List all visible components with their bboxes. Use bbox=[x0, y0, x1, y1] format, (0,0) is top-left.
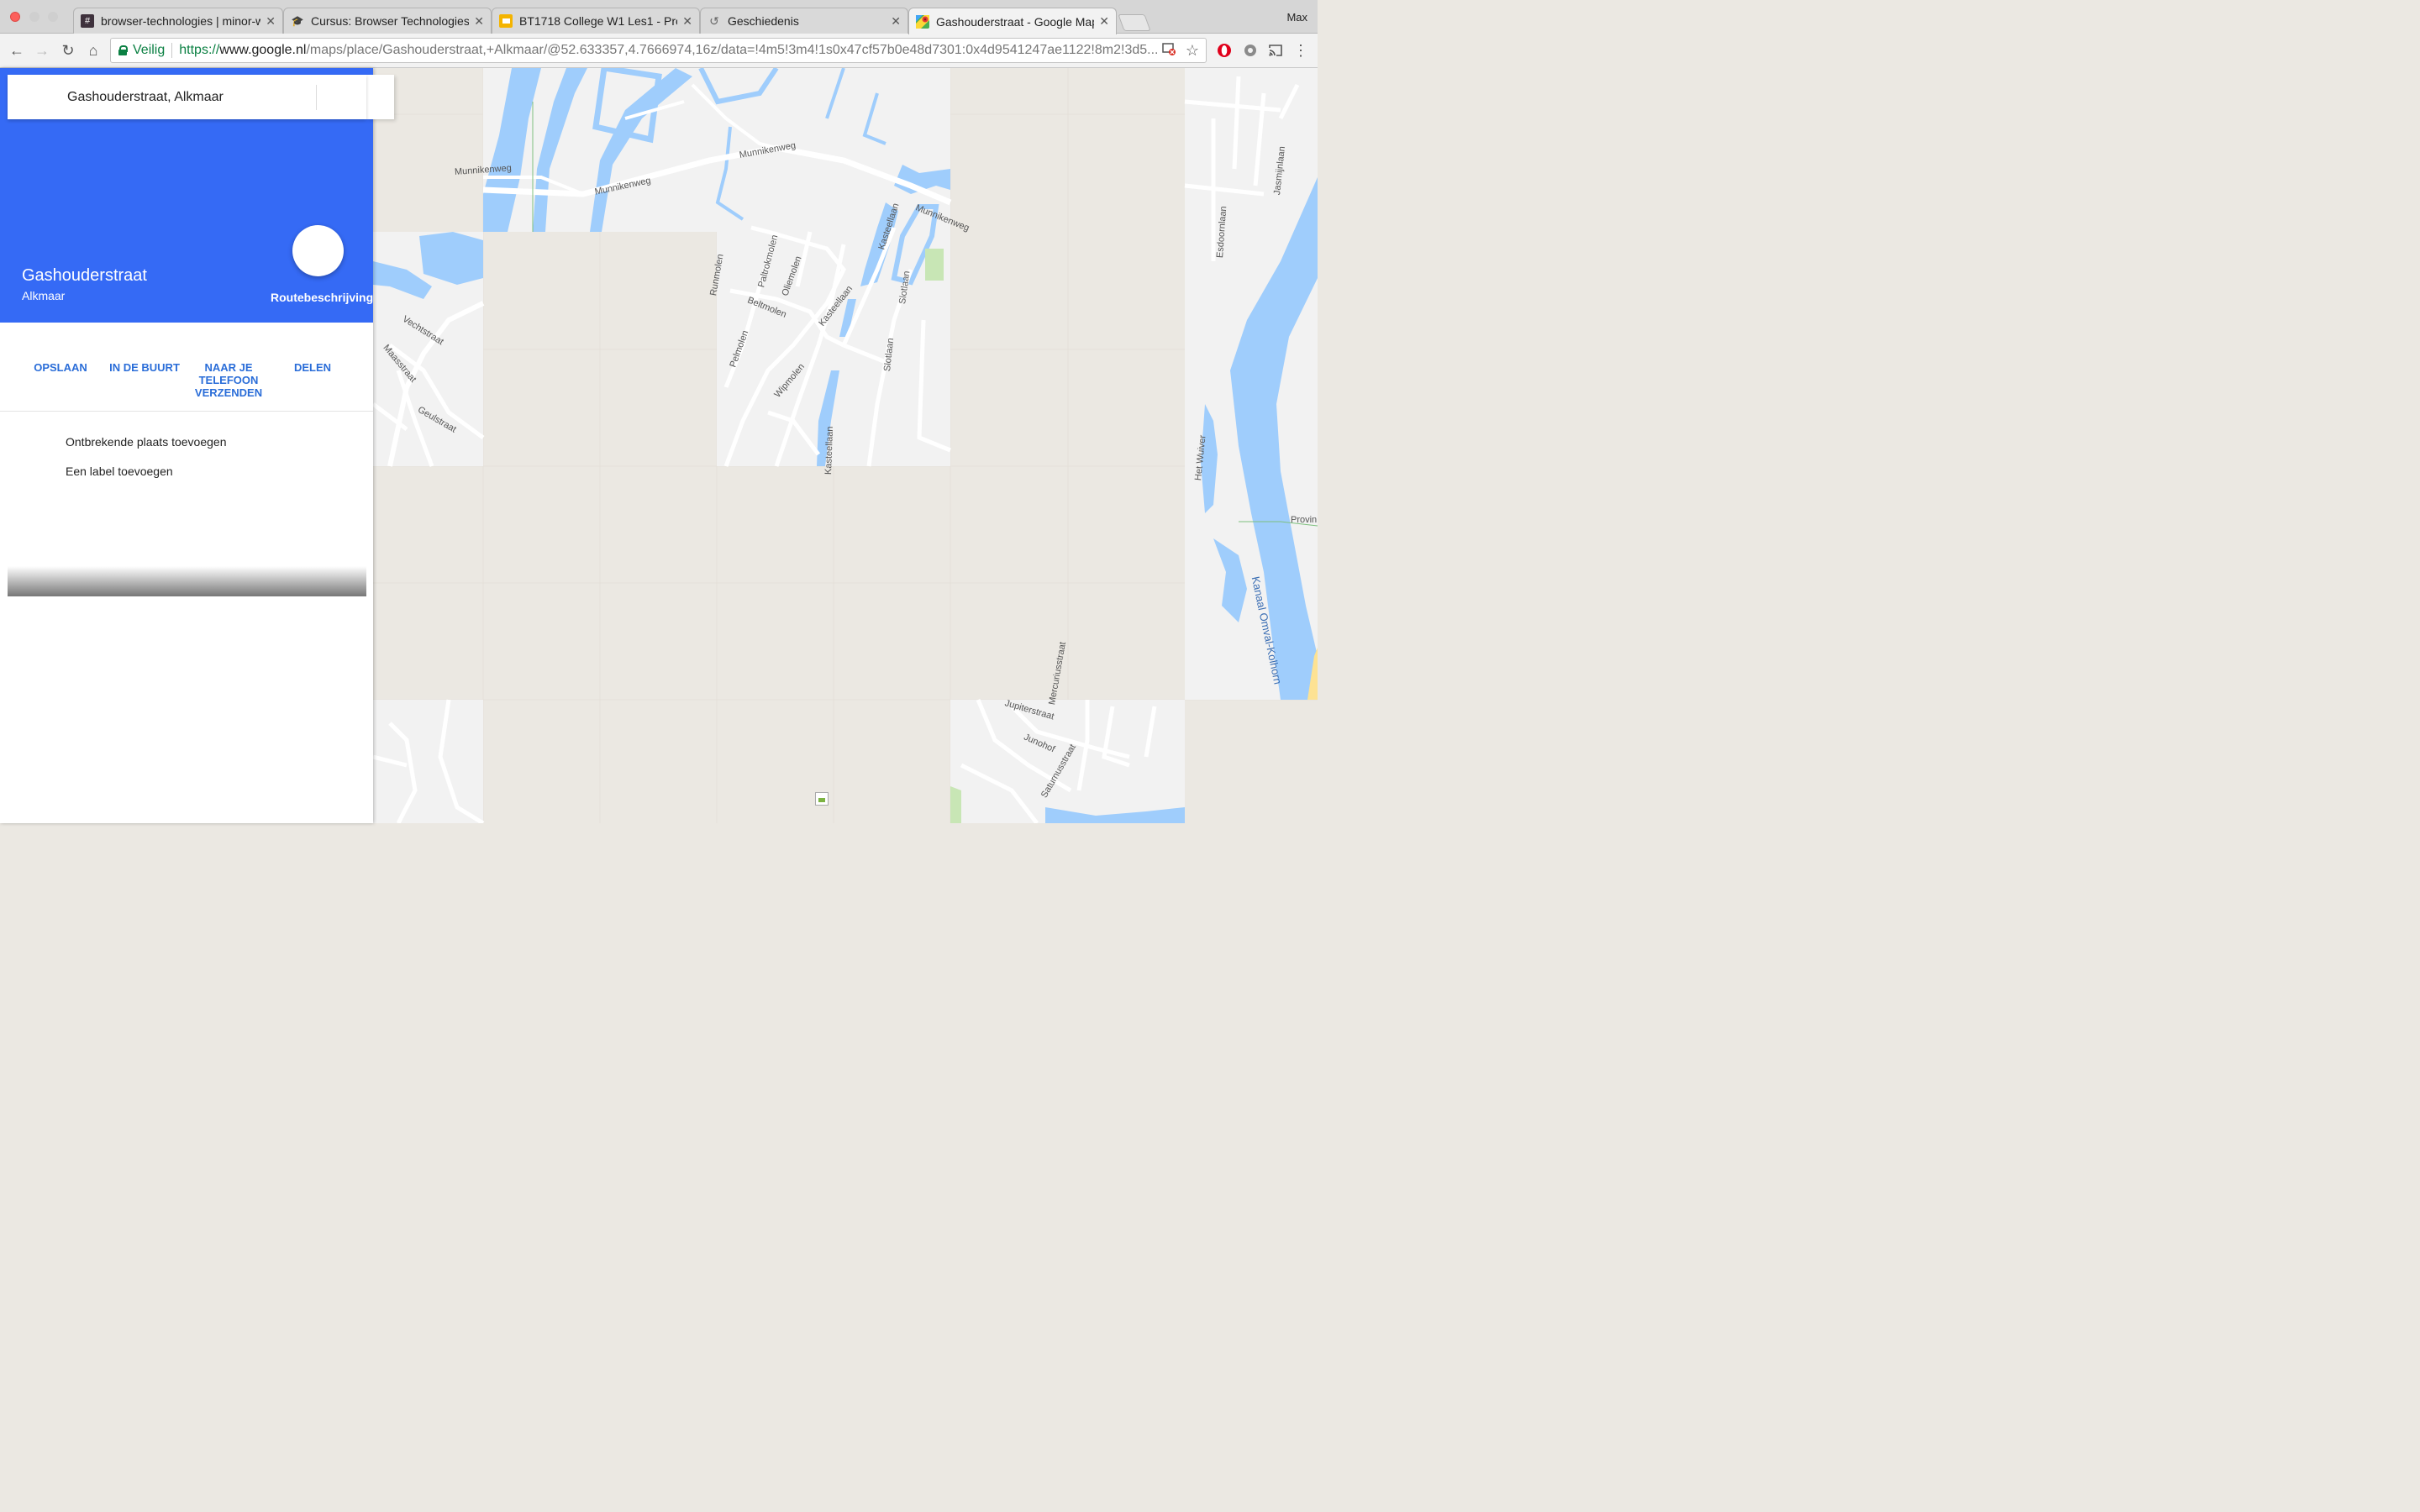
street-label-provin: Provin bbox=[1291, 515, 1318, 525]
lock-icon bbox=[118, 45, 128, 55]
nearby-button[interactable]: IN DE BUURT bbox=[107, 361, 182, 374]
place-title: Gashouderstraat bbox=[22, 266, 147, 285]
history-icon: ↺ bbox=[709, 13, 719, 28]
broken-image-icon bbox=[815, 792, 829, 806]
browser-tab[interactable]: ↺ Geschiedenis ✕ bbox=[700, 8, 908, 34]
window-zoom-button[interactable] bbox=[48, 12, 58, 22]
browser-tab[interactable]: BT1718 College W1 Les1 - Prog ✕ bbox=[492, 8, 700, 34]
browser-toolbar: ← → ↻ ⌂ Veilig https://www.google.nl/map… bbox=[0, 34, 1318, 68]
url-text[interactable]: https://www.google.nl/maps/place/Gashoud… bbox=[179, 43, 1162, 58]
omnibox-divider bbox=[171, 43, 173, 58]
browser-tab[interactable]: 🎓 Cursus: Browser Technologies ✕ bbox=[283, 8, 492, 34]
tab-title: Gashouderstraat - Google Map bbox=[936, 14, 1095, 29]
url-path: /maps/place/Gashouderstraat,+Alkmaar/@52… bbox=[306, 43, 1159, 57]
directions-label[interactable]: Routebeschrijving bbox=[271, 291, 373, 304]
extension-gear-icon[interactable] bbox=[1242, 42, 1259, 59]
save-button[interactable]: OPSLAAN bbox=[23, 361, 98, 374]
menu-kebab-icon[interactable]: ⋮ bbox=[1292, 42, 1309, 59]
street-label-kasteellaan: Kasteellaan bbox=[823, 426, 836, 475]
profile-name[interactable]: Max bbox=[1286, 11, 1307, 24]
home-icon[interactable]: ⌂ bbox=[83, 40, 103, 60]
browser-tab[interactable]: # browser-technologies | minor-w ✕ bbox=[73, 8, 283, 34]
tab-close-icon[interactable]: ✕ bbox=[891, 14, 901, 29]
place-actions: OPSLAAN IN DE BUURT NAAR JE TELEFOON VER… bbox=[0, 361, 373, 412]
moodle-hat-icon: 🎓 bbox=[291, 15, 304, 27]
url-host: www.google.nl bbox=[219, 43, 307, 57]
tab-close-icon[interactable]: ✕ bbox=[1099, 14, 1109, 29]
search-divider bbox=[316, 85, 317, 110]
share-button[interactable]: DELEN bbox=[275, 361, 350, 374]
search-box-extension bbox=[366, 75, 394, 119]
url-scheme: https:// bbox=[179, 43, 220, 57]
tab-close-icon[interactable]: ✕ bbox=[474, 14, 484, 29]
bookmark-star-icon[interactable]: ☆ bbox=[1186, 42, 1199, 60]
address-bar[interactable]: Veilig https://www.google.nl/maps/place/… bbox=[110, 38, 1207, 63]
tab-close-icon[interactable]: ✕ bbox=[266, 14, 276, 29]
tab-title: browser-technologies | minor-w bbox=[101, 14, 261, 28]
send-to-phone-button[interactable]: NAAR JE TELEFOON VERZENDEN bbox=[191, 361, 266, 399]
search-box bbox=[8, 75, 366, 119]
tab-title: Geschiedenis bbox=[728, 14, 799, 28]
place-locality: Alkmaar bbox=[22, 289, 66, 302]
window-minimize-button[interactable] bbox=[29, 12, 39, 22]
map-tile-east bbox=[1184, 68, 1318, 700]
opera-icon[interactable] bbox=[1216, 42, 1233, 59]
search-input[interactable] bbox=[66, 88, 313, 106]
tab-close-icon[interactable]: ✕ bbox=[682, 14, 692, 29]
window-close-button[interactable] bbox=[10, 12, 20, 22]
maps-pin-icon bbox=[916, 14, 929, 29]
tab-title: Cursus: Browser Technologies bbox=[311, 14, 470, 28]
security-label: Veilig bbox=[133, 43, 166, 57]
cast-icon[interactable] bbox=[1267, 42, 1284, 59]
slides-icon bbox=[499, 14, 513, 28]
blocked-popup-icon[interactable] bbox=[1162, 42, 1176, 60]
add-label-link[interactable]: Een label toevoegen bbox=[66, 465, 173, 478]
place-side-panel: Gashouderstraat Alkmaar Routebeschrijvin… bbox=[0, 68, 394, 823]
map-tile-north bbox=[482, 68, 952, 232]
browser-tab-strip: # browser-technologies | minor-w ✕ 🎓 Cur… bbox=[0, 0, 1318, 34]
slack-hash-icon: # bbox=[81, 14, 94, 28]
browser-tab-active[interactable]: Gashouderstraat - Google Map ✕ bbox=[908, 8, 1117, 34]
map-canvas[interactable]: Munnikenweg Munnikenweg Munnikenweg Munn… bbox=[373, 68, 1318, 823]
reload-icon[interactable]: ↻ bbox=[58, 40, 78, 60]
tab-title: BT1718 College W1 Les1 - Prog bbox=[519, 14, 678, 28]
map-tiles bbox=[373, 68, 1318, 823]
add-missing-place-link[interactable]: Ontbrekende plaats toevoegen bbox=[66, 435, 226, 449]
panel-fade-gradient bbox=[8, 566, 366, 596]
section-divider bbox=[0, 411, 373, 412]
new-tab-button[interactable] bbox=[1118, 14, 1151, 31]
back-arrow-icon[interactable]: ← bbox=[7, 40, 27, 60]
directions-button[interactable] bbox=[292, 225, 344, 276]
forward-arrow-icon[interactable]: → bbox=[32, 40, 52, 60]
map-tile-southwest bbox=[373, 699, 485, 823]
